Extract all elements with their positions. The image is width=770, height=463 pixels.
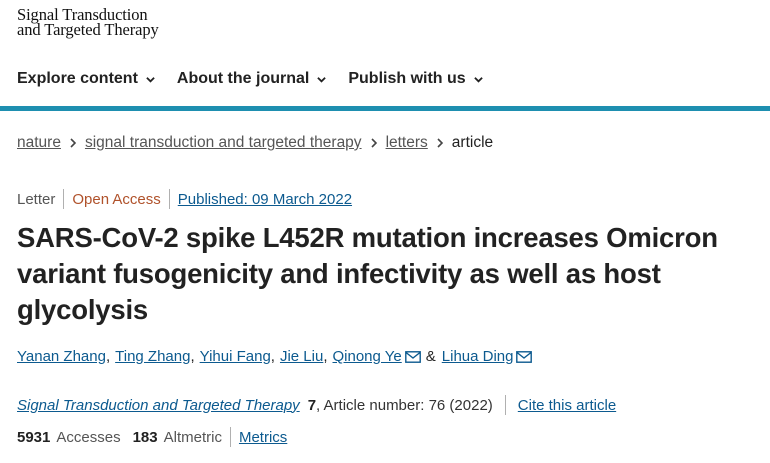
author-link[interactable]: Lihua Ding (442, 348, 514, 365)
nav-label: Publish with us (348, 70, 466, 87)
metrics-link[interactable]: Metrics (239, 429, 287, 446)
chevron-right-icon (437, 138, 443, 148)
article-title: SARS-CoV-2 spike L452R mutation increase… (17, 222, 718, 325)
divider (229, 427, 231, 447)
journal-logo[interactable]: Signal Transduction and Targeted Therapy (17, 6, 159, 39)
nav-publish-with-us[interactable]: Publish with us (348, 70, 483, 88)
article-type: Letter (17, 190, 56, 208)
chevron-right-icon (70, 138, 77, 148)
divider (504, 395, 506, 415)
author-link[interactable]: Ting Zhang (115, 348, 190, 365)
author-list: Yanan Zhang, Ting Zhang, Yihui Fang, Jie… (17, 348, 535, 365)
article-number: , Article number: 76 (2022) (316, 396, 493, 414)
breadcrumb-nature[interactable]: nature (17, 134, 61, 152)
author-link[interactable]: Jie Liu (280, 348, 323, 365)
volume-number: 7 (307, 396, 317, 414)
nav-label: About the journal (176, 70, 310, 87)
main-nav: Explore content About the journal Publis… (17, 70, 505, 88)
nav-label: Explore content (17, 70, 138, 87)
author-link[interactable]: Yanan Zhang (17, 348, 106, 365)
published-date-link[interactable]: Published: 09 March 2022 (178, 191, 352, 208)
author-separator: , (323, 348, 328, 365)
chevron-down-icon (317, 76, 327, 83)
nav-accent-bar (0, 106, 770, 111)
altmetric-label: Altmetric (163, 428, 222, 446)
author-separator: , (270, 348, 275, 365)
journal-name-link[interactable]: Signal Transduction and Targeted Therapy (17, 397, 300, 414)
chevron-down-icon (146, 76, 155, 83)
divider (168, 189, 170, 209)
envelope-icon[interactable] (516, 350, 533, 363)
breadcrumb: nature signal transduction and targeted … (17, 134, 493, 152)
author-separator: , (105, 348, 111, 365)
accesses-label: Accesses (56, 428, 121, 446)
article-metrics: 5931 Accesses 183 Altmetric Metrics (17, 427, 287, 447)
article-meta: Letter Open Access Published: 09 March 2… (17, 189, 352, 209)
citation-line: Signal Transduction and Targeted Therapy… (17, 395, 616, 415)
divider (63, 189, 65, 209)
cite-this-article-link[interactable]: Cite this article (518, 397, 616, 414)
breadcrumb-journal[interactable]: signal transduction and targeted therapy (85, 134, 362, 152)
breadcrumb-current: article (451, 134, 494, 151)
author-link[interactable]: Qinong Ye (333, 348, 402, 365)
author-ampersand: & (425, 348, 436, 365)
chevron-right-icon (370, 138, 377, 148)
author-separator: , (190, 348, 195, 365)
envelope-icon[interactable] (404, 350, 421, 363)
nav-about-journal[interactable]: About the journal (176, 70, 327, 88)
altmetric-count: 183 (132, 428, 158, 446)
breadcrumb-letters[interactable]: letters (386, 134, 428, 152)
author-link[interactable]: Yihui Fang (200, 348, 271, 365)
accesses-count: 5931 (17, 428, 51, 446)
chevron-down-icon (473, 76, 483, 83)
logo-line-2: and Targeted Therapy (17, 20, 159, 39)
open-access-badge: Open Access (72, 190, 161, 208)
nav-explore-content[interactable]: Explore content (17, 70, 155, 88)
